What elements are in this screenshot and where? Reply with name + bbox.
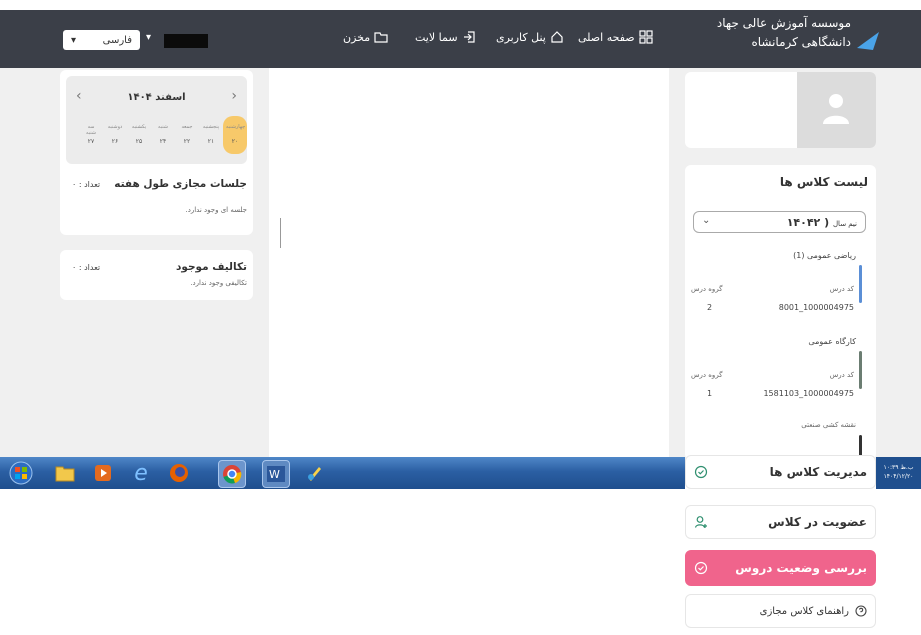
os-taskbar: e W (0, 457, 685, 489)
chevron-down-icon[interactable]: ▾ (146, 32, 151, 43)
course-item[interactable]: ریاضی عمومی (1) کد درس گروه درس 10000049… (685, 247, 876, 323)
assignments-card: تکالیف موجود تعداد : ۰ تکالیفی وجود ندار… (60, 250, 253, 300)
calendar-date[interactable]: ۲۰ (226, 138, 244, 145)
course-code-label: کد درس (829, 371, 854, 379)
check-circle-icon (694, 561, 708, 575)
avatar[interactable] (797, 72, 876, 148)
course-item[interactable]: نقشه کشی صنعتی (685, 417, 876, 459)
profile-card (685, 72, 876, 148)
class-list-title: لیست کلاس ها (779, 175, 868, 189)
windows-start-icon (9, 461, 33, 485)
calendar-date[interactable]: ۲۶ (106, 138, 124, 145)
internet-explorer-icon[interactable]: e (128, 460, 154, 486)
chevron-down-icon: ⌄ (702, 215, 711, 226)
grid-icon (639, 30, 653, 44)
assignments-title: تکالیف موجود (175, 261, 247, 273)
calendar-day: پنجشنبه (202, 124, 220, 130)
course-name: ریاضی عمومی (1) (793, 251, 856, 260)
media-player-icon[interactable] (90, 460, 116, 486)
course-code: 1000004975_8001 (778, 303, 854, 312)
calendar-day: چهارشنبه (226, 124, 246, 130)
term-label: نیم سال (832, 220, 857, 228)
calendar-day: دوشنبه (107, 124, 123, 130)
logo-icon (857, 32, 879, 50)
nav-repository[interactable]: مخزن (343, 30, 388, 44)
brand-name[interactable]: موسسه آموزش عالی جهاد دانشگاهی کرمانشاه (717, 14, 851, 52)
term-value: ( ۱۴۰۴۲ (786, 216, 830, 229)
course-item[interactable]: کارگاه عمومی کد درس گروه درس 1000004975_… (685, 333, 876, 409)
course-group-label: گروه درس (691, 285, 723, 293)
calendar-day: شنبه (158, 124, 168, 130)
calendar-month: اسفند ۱۴۰۴ (127, 92, 186, 103)
content-panel (269, 68, 669, 460)
virtual-class-guide-link[interactable]: راهنمای کلاس مجازی (685, 594, 876, 628)
calendar-date[interactable]: ۲۲ (178, 138, 196, 145)
nav-sama-lite[interactable]: سما لایت (415, 30, 476, 44)
calendar-date[interactable]: ۲۴ (154, 138, 172, 145)
login-icon (463, 31, 475, 43)
folder-icon (374, 32, 388, 43)
calendar-date[interactable]: ۲۷ (82, 138, 100, 145)
svg-text:W: W (269, 468, 280, 481)
top-navbar: موسسه آموزش عالی جهاد دانشگاهی کرمانشاه … (0, 10, 921, 68)
start-button[interactable] (8, 460, 34, 486)
nav-home[interactable]: صفحه اصلی (578, 30, 653, 44)
course-code-label: کد درس (829, 285, 854, 293)
calendar-day: سه شنبه (86, 124, 96, 136)
user-add-icon (694, 516, 707, 528)
user-icon (823, 94, 849, 124)
calendar-card: ‹ › اسفند ۱۴۰۴ چهارشنبه پنجشنبه جمعه شنب… (60, 70, 253, 235)
calendar-day: یکشنبه (131, 124, 147, 130)
menu-join-class[interactable]: عضویت در کلاس (685, 505, 876, 539)
calendar-date[interactable]: ۲۱ (202, 138, 220, 145)
course-name: نقشه کشی صنعتی (801, 421, 856, 429)
course-group: 2 (707, 303, 713, 312)
menu-manage-classes[interactable]: مدیریت کلاس ها (685, 455, 876, 489)
file-explorer-icon[interactable] (52, 460, 78, 486)
weekly-sessions-empty: جلسه ای وجود ندارد. (185, 206, 247, 214)
word-icon[interactable]: W (262, 460, 290, 488)
help-icon (855, 605, 867, 617)
course-code: 1000004975_1581103 (763, 389, 854, 398)
weekly-sessions-title: جلسات مجازی طول هفته (114, 178, 247, 190)
menu-course-status[interactable]: بررسی وضعیت دروس (685, 550, 876, 586)
course-group: 1 (707, 389, 713, 398)
divider (280, 218, 281, 248)
home-icon (551, 31, 563, 43)
calendar: ‹ › اسفند ۱۴۰۴ چهارشنبه پنجشنبه جمعه شنب… (66, 76, 247, 164)
course-name: کارگاه عمومی (808, 337, 856, 346)
assignments-count: تعداد : ۰ (72, 263, 101, 272)
chevron-down-icon: ▾ (71, 34, 77, 46)
check-circle-icon (694, 465, 708, 479)
system-clock[interactable]: ۱۰:۳۹ ب.ظ ۱۴۰۴/۱۲/۲۰ (876, 457, 921, 489)
term-select[interactable]: ⌄ نیم سال ( ۱۴۰۴۲ (693, 211, 866, 233)
calendar-date[interactable]: ۲۵ (130, 138, 148, 145)
user-name[interactable] (164, 34, 208, 48)
firefox-icon[interactable] (166, 460, 192, 486)
paint-icon[interactable] (302, 460, 328, 486)
class-list-card: لیست کلاس ها ⌄ نیم سال ( ۱۴۰۴۲ ریاضی عمو… (685, 165, 876, 460)
weekly-sessions-count: تعداد : ۰ (72, 180, 101, 189)
nav-user-panel[interactable]: پنل کاربری (496, 30, 564, 44)
course-color-bar (859, 351, 862, 389)
language-select[interactable]: ▾ فارسی (63, 30, 140, 50)
assignments-empty: تکالیفی وجود ندارد. (190, 279, 247, 287)
calendar-today[interactable] (223, 116, 247, 154)
chrome-icon[interactable] (218, 460, 246, 488)
course-group-label: گروه درس (691, 371, 723, 379)
calendar-day: جمعه (181, 124, 193, 130)
course-color-bar (859, 265, 862, 303)
